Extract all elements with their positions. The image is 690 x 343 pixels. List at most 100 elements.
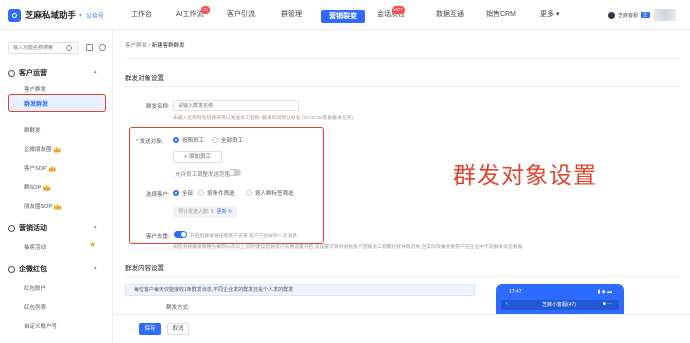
top-navigation-bar: 芝麻私域助手 ▾ 公众号 工作台 AI工作流 AI 客户引流 群管理 营销裂变 会… — [0, 0, 690, 30]
nav-customer-acquisition[interactable]: 客户引流 — [227, 0, 255, 30]
hot-badge: HOT — [391, 6, 405, 14]
toggle-knob — [229, 170, 234, 175]
sidebar-item-custom-account[interactable]: 自定义账户号 — [24, 322, 57, 330]
crown-icon — [48, 165, 56, 172]
filter-option-tag[interactable]: 按人群标签筛选 — [246, 189, 294, 197]
task-name-input[interactable] — [173, 100, 299, 111]
refresh-link[interactable]: 更新 ↻ — [217, 209, 233, 215]
sidebar-group-label: 客户运营 — [19, 70, 47, 77]
send-mode-label: 群发方式: — [166, 305, 190, 311]
sidebar-item-lottery[interactable]: 抽奖活动 — [24, 243, 46, 251]
back-icon: ‹ — [506, 301, 508, 307]
section-title-content: 群发内容设置 — [125, 265, 164, 272]
sidebar-item-customer-broadcast[interactable]: 客户群发 — [24, 85, 46, 93]
ai-badge: AI — [201, 6, 210, 14]
search-icon[interactable] — [66, 45, 72, 51]
sidebar-group-marketing[interactable]: 营销活动 — [8, 223, 47, 233]
crown-icon — [54, 203, 62, 210]
refresh-label: 更新 — [216, 209, 227, 215]
user-name: 芝麻客服 — [618, 12, 639, 19]
sidebar: 客户运营 ▴ 客户群发 群发群发 群群发 企微朋友圈 客户SOP 群SOP 朋友… — [0, 30, 113, 343]
breadcrumb-parent[interactable]: 客户群发 — [125, 43, 147, 49]
phone-time: 17:47 — [509, 289, 522, 295]
sidebar-item-red-packet-account[interactable]: 红包账户 — [24, 284, 46, 292]
sidebar-group-red-packet[interactable]: 企微红包 — [8, 264, 47, 274]
chevron-down-icon: ▾ — [555, 11, 560, 18]
divider — [125, 58, 681, 59]
add-staff-button[interactable]: + 添加员工 — [173, 151, 222, 163]
sidebar-item-moments[interactable]: 企微朋友圈 — [24, 145, 61, 153]
filter-option-condition[interactable]: 按条件筛选 — [198, 189, 235, 197]
target-label-text: 发送对象: — [139, 139, 164, 145]
required-mark: * — [136, 139, 139, 145]
refresh-icon[interactable] — [99, 44, 106, 51]
radio-label: 全部员工 — [221, 138, 244, 144]
sidebar-item-group-broadcast-active[interactable]: 群发群发 — [8, 94, 106, 112]
save-button[interactable]: 保存 — [139, 323, 161, 335]
chevron-up-icon[interactable]: ▴ — [94, 265, 97, 271]
cancel-button[interactable]: 取消 — [167, 323, 189, 335]
nav-ai-workflow[interactable]: AI工作流 AI — [176, 0, 210, 30]
divider — [125, 276, 681, 277]
nav-data-sync[interactable]: 数据互通 — [436, 0, 464, 30]
nav-sales-crm[interactable]: 销售CRM — [486, 0, 516, 30]
crown-icon — [43, 184, 51, 191]
app-name: 芝麻私域助手 — [25, 10, 77, 20]
dedupe-label: 客户去重: — [146, 234, 170, 240]
more-icon: ■ ··· — [602, 301, 612, 307]
nav-more[interactable]: 更多 ▾ — [540, 0, 559, 30]
red-packet-icon — [8, 265, 15, 273]
user-profile[interactable]: 芝麻客服 企 — [608, 8, 680, 22]
annotation-text: 群发对象设置 — [453, 163, 597, 189]
adjust-range-label: 允许员工调整发送范围 — [175, 172, 231, 178]
radio-icon — [198, 190, 204, 196]
chevron-up-icon[interactable]: ▴ — [94, 69, 97, 75]
sidebar-item-red-packet-list[interactable]: 红包列表 — [24, 303, 46, 311]
divider — [125, 86, 681, 87]
marketing-icon — [8, 224, 15, 232]
nav-ai-workflow-label: AI工作流 — [176, 11, 204, 18]
radio-label: 按条件筛选 — [207, 191, 235, 197]
nav-marketing-fission[interactable]: 营销裂变 — [321, 10, 365, 23]
sidebar-item-group-send[interactable]: 群群发 — [24, 126, 41, 134]
dedupe-toggle[interactable] — [174, 231, 187, 238]
radio-label: 按照员工 — [182, 138, 205, 144]
brand[interactable]: 芝麻私域助手 ▾ 公众号 — [8, 8, 104, 22]
refresh-icon: ↻ — [227, 209, 233, 215]
estimate-text: 预计发送人数: 0 — [178, 209, 214, 215]
layout-icon[interactable] — [86, 44, 93, 51]
crown-icon — [53, 146, 61, 153]
nav-workbench[interactable]: 工作台 — [131, 0, 152, 30]
target-option-all[interactable]: 全部员工 — [212, 136, 243, 144]
sidebar-group-label: 营销活动 — [19, 225, 47, 232]
breadcrumb: 客户群发 / 新建客群群发 — [125, 41, 185, 49]
user-status-icon — [608, 11, 615, 19]
chevron-up-icon[interactable]: ▴ — [94, 224, 97, 230]
phone-chat-title: 芝麻小客服(47) — [542, 302, 576, 308]
chevron-down-icon[interactable]: ▾ — [79, 12, 82, 19]
filter-option-all[interactable]: 全部 — [173, 189, 193, 197]
section-title-target: 群发对象设置 — [125, 75, 164, 82]
user-tag: 企 — [641, 12, 650, 18]
radio-icon — [246, 190, 252, 196]
filter-label: 选择客户: — [146, 192, 170, 198]
account-switch[interactable]: 公众号 — [86, 11, 104, 20]
nav-group-management[interactable]: 群管理 — [281, 0, 302, 30]
sidebar-item-label: 群SOP — [24, 185, 42, 191]
sidebar-item-moments-sop[interactable]: 朋友圈SOP — [24, 202, 62, 210]
avatar[interactable] — [653, 9, 676, 21]
estimate-box: 预计发送人数: 0 更新 ↻ — [173, 206, 237, 218]
sidebar-group-customer-ops[interactable]: 客户运营 — [8, 68, 47, 78]
sidebar-item-group-sop[interactable]: 群SOP — [24, 183, 51, 191]
app-logo-icon — [8, 8, 21, 22]
footer-actions: 保存 取消 — [113, 314, 690, 343]
radio-label: 按人群标签筛选 — [255, 191, 294, 197]
nav-session-inspection[interactable]: 会话质检 HOT — [377, 0, 405, 30]
radio-checked-icon — [173, 137, 179, 143]
dedupe-note: 如您会将群发策略为每周/N次以上,同时建议您将客户去重设置开启,该设置可有效避免… — [173, 245, 523, 250]
target-option-staff[interactable]: 按照员工 — [173, 136, 204, 144]
star-icon[interactable]: ★ — [89, 240, 96, 249]
adjust-range-toggle[interactable] — [228, 169, 241, 176]
toggle-knob — [181, 232, 186, 237]
sidebar-item-customer-sop[interactable]: 客户SOP — [24, 164, 56, 172]
